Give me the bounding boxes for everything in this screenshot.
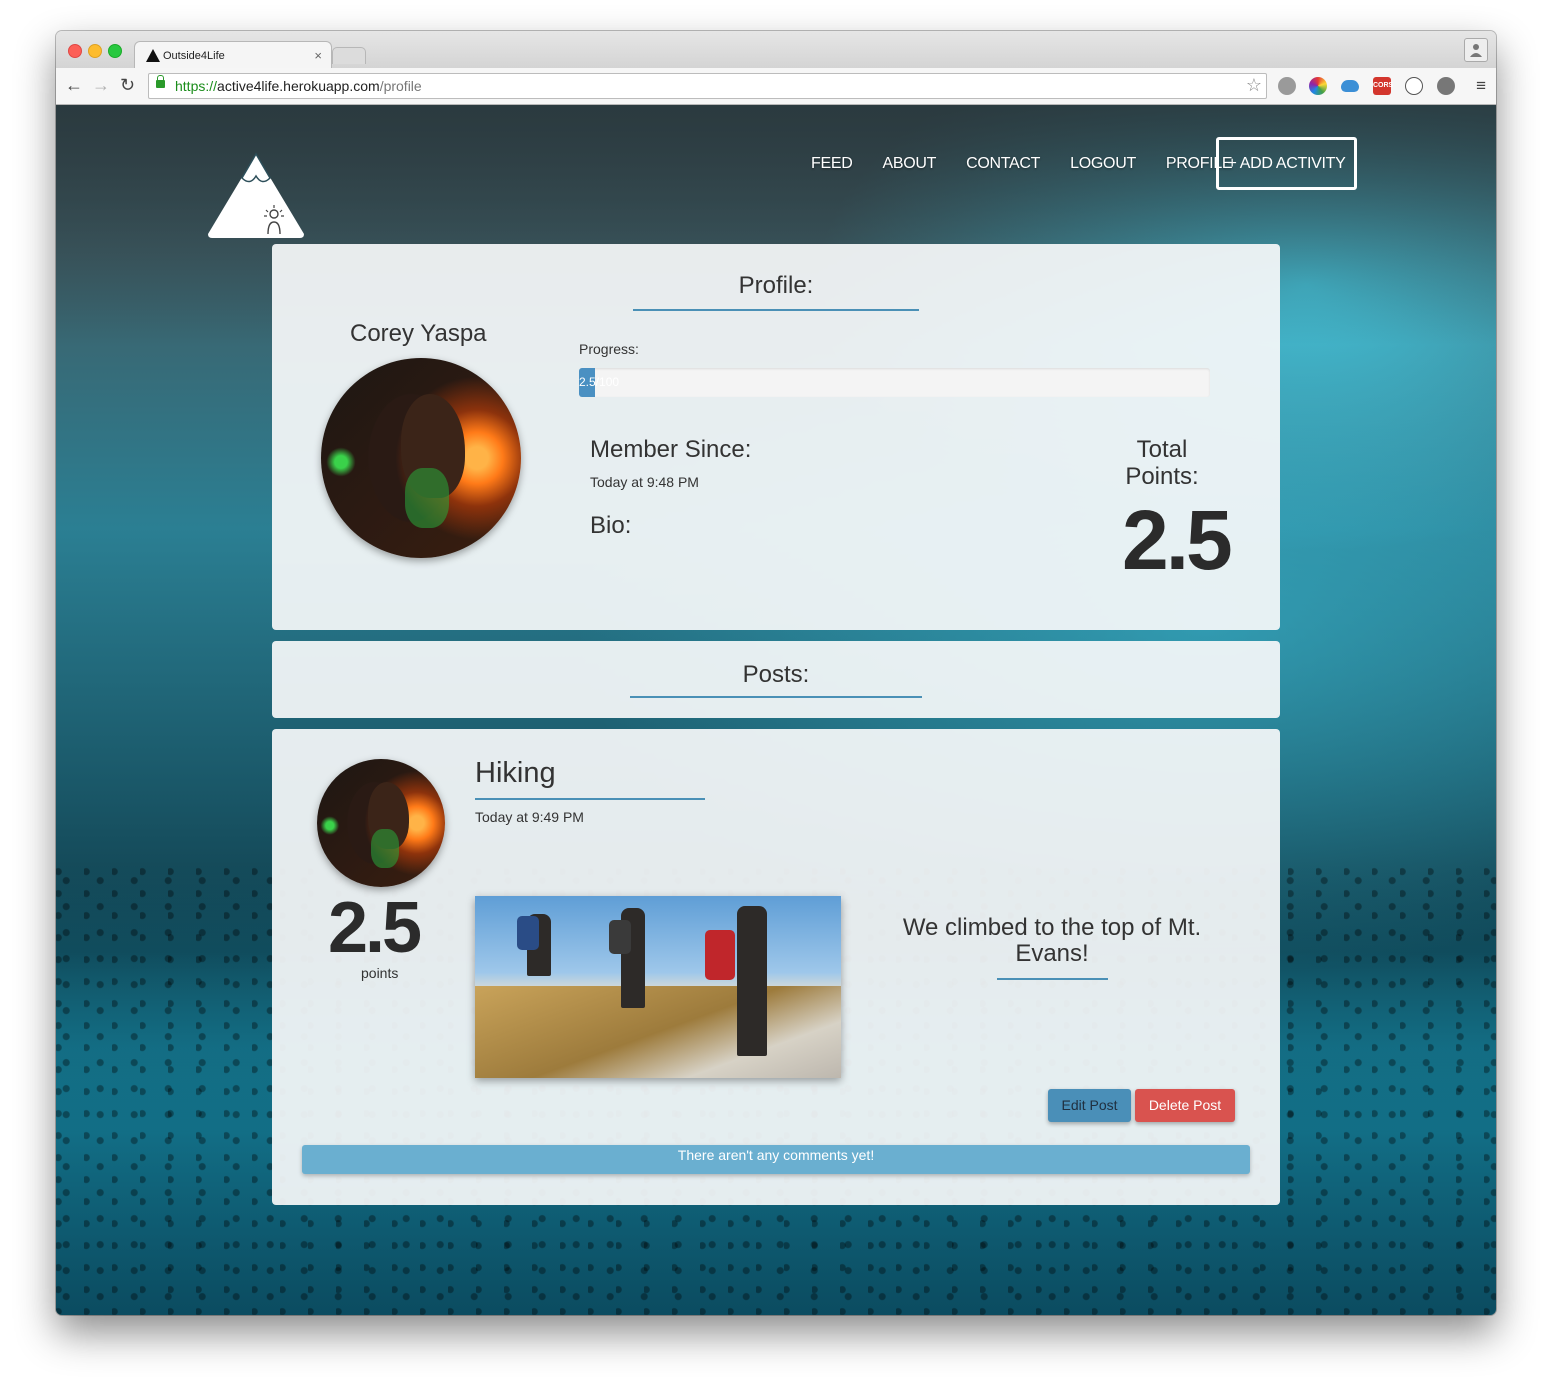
- cors-extension-icon[interactable]: CORS: [1373, 77, 1393, 95]
- main-nav: FEED ABOUT CONTACT LOGOUT PROFILE: [796, 155, 1247, 173]
- bio-label: Bio:: [590, 512, 632, 539]
- address-bar[interactable]: https://active4life.herokuapp.com/profil…: [148, 73, 1267, 99]
- post-points-value: 2.5: [328, 888, 422, 968]
- member-since-date: Today at 9:48 PM: [590, 474, 699, 490]
- lock-icon: [156, 75, 165, 88]
- page-viewport: FEED ABOUT CONTACT LOGOUT PROFILE + ADD …: [56, 105, 1496, 1315]
- tab-close-icon[interactable]: ×: [314, 48, 322, 63]
- post-points-label: points: [361, 965, 399, 981]
- mountain-logo-icon[interactable]: [206, 150, 306, 238]
- post-title: Hiking: [475, 757, 556, 789]
- profile-card: Profile: Corey Yaspa Progress: 2.5/100 M…: [272, 244, 1280, 630]
- heading-underline: [633, 309, 919, 311]
- tab-strip: Outside4Life ×: [56, 31, 1496, 69]
- no-comments-notice: There aren't any comments yet!: [302, 1145, 1250, 1174]
- progress-label: Progress:: [579, 341, 639, 357]
- edit-post-button[interactable]: Edit Post: [1048, 1089, 1131, 1122]
- user-profile-icon[interactable]: [1464, 38, 1488, 62]
- total-points-value: 2.5: [1122, 493, 1233, 587]
- color-picker-extension-icon[interactable]: [1309, 77, 1327, 95]
- tab-title: Outside4Life: [163, 50, 225, 62]
- caption-underline: [997, 978, 1108, 980]
- browser-toolbar: ← → ↻ https://active4life.herokuapp.com/…: [56, 68, 1496, 105]
- delete-post-button[interactable]: Delete Post: [1135, 1089, 1235, 1122]
- nav-about[interactable]: ABOUT: [867, 155, 951, 173]
- minimize-window-button[interactable]: [88, 44, 102, 58]
- close-window-button[interactable]: [68, 44, 82, 58]
- posts-heading: Posts:: [742, 661, 810, 688]
- total-points-label: Total Points:: [1125, 436, 1199, 490]
- zoom-window-button[interactable]: [108, 44, 122, 58]
- posts-heading-card: Posts:: [272, 641, 1280, 718]
- extension-icon[interactable]: [1278, 77, 1296, 95]
- member-since-label: Member Since:: [590, 436, 752, 463]
- forward-icon[interactable]: →: [92, 75, 110, 95]
- browser-menu-icon[interactable]: ≡: [1476, 76, 1486, 96]
- profile-name: Corey Yaspa: [350, 320, 487, 347]
- url-text: https://active4life.herokuapp.com/profil…: [175, 78, 422, 94]
- post-caption: We climbed to the top of Mt. Evans!: [902, 914, 1202, 967]
- bookmark-star-icon[interactable]: ☆: [1246, 73, 1262, 97]
- back-icon[interactable]: ←: [65, 75, 83, 95]
- profile-heading: Profile:: [738, 272, 814, 299]
- nav-logout[interactable]: LOGOUT: [1055, 155, 1151, 173]
- post-photo: [475, 896, 841, 1078]
- reload-icon[interactable]: ↻: [120, 75, 135, 95]
- timer-extension-icon[interactable]: [1405, 77, 1423, 95]
- cloud-extension-icon[interactable]: [1341, 80, 1359, 92]
- post-card: 2.5 points Hiking Today at 9:49 PM We cl…: [272, 729, 1280, 1205]
- progress-text: 2.5/100: [579, 375, 620, 389]
- browser-tab[interactable]: Outside4Life ×: [134, 41, 332, 69]
- globe-extension-icon[interactable]: [1437, 77, 1455, 95]
- title-underline: [475, 798, 705, 800]
- progress-bar: 2.5/100: [579, 368, 1210, 397]
- post-author-avatar: [317, 759, 445, 887]
- add-activity-button[interactable]: + ADD ACTIVITY: [1216, 137, 1357, 190]
- post-date: Today at 9:49 PM: [475, 809, 584, 825]
- nav-feed[interactable]: FEED: [796, 155, 867, 173]
- nav-contact[interactable]: CONTACT: [951, 155, 1055, 173]
- heading-underline: [630, 696, 922, 698]
- browser-window: Outside4Life × ← → ↻ https://active4life…: [56, 31, 1496, 1315]
- avatar: [321, 358, 521, 558]
- new-tab-button[interactable]: [332, 47, 366, 64]
- mountain-favicon-icon: [146, 49, 160, 62]
